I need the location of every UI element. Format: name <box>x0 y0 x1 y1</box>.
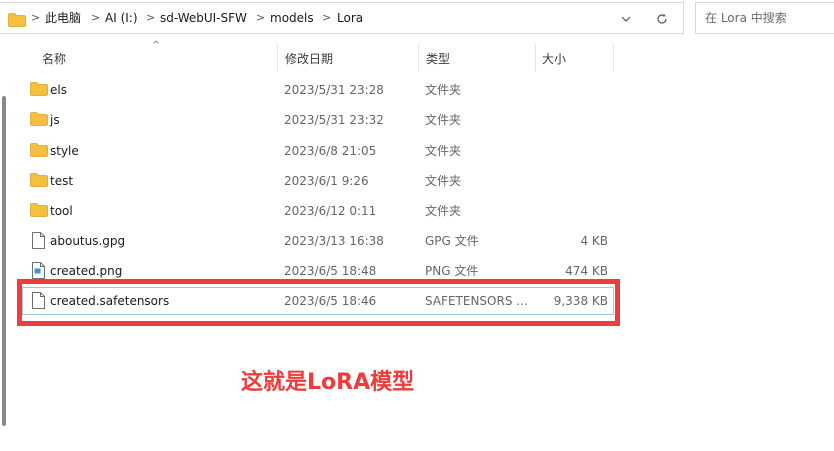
column-header-date[interactable]: 修改日期 <box>285 44 333 72</box>
chevron-down-icon <box>621 16 631 22</box>
breadcrumb-separator: > <box>91 11 101 24</box>
column-divider[interactable] <box>613 44 614 72</box>
file-date: 2023/3/13 16:38 <box>284 234 384 248</box>
refresh-icon <box>657 13 667 24</box>
column-divider[interactable] <box>418 44 419 72</box>
file-row-folder[interactable]: tool 2023/6/12 0:11 文件夹 <box>22 197 614 225</box>
file-date: 2023/6/1 9:26 <box>284 174 369 188</box>
column-header-type[interactable]: 类型 <box>426 44 450 72</box>
file-date: 2023/6/12 0:11 <box>284 204 377 218</box>
file-date: 2023/5/31 23:32 <box>284 113 384 127</box>
search-placeholder: 在 Lora 中搜索 <box>705 11 787 25</box>
file-type: 文件夹 <box>425 204 462 218</box>
file-name: aboutus.gpg <box>50 234 126 248</box>
breadcrumb-separator: > <box>146 11 156 24</box>
breadcrumb-separator: > <box>256 11 266 24</box>
folder-icon <box>30 112 48 126</box>
image-file-icon <box>32 262 45 279</box>
history-dropdown-button[interactable] <box>615 3 637 33</box>
file-name: style <box>50 144 79 158</box>
address-bar[interactable]: > 此电脑 > AI (I:) > sd-WebUI-SFW > models … <box>0 2 684 34</box>
file-date: 2023/6/8 21:05 <box>284 144 377 158</box>
breadcrumb-separator: > <box>322 11 332 24</box>
file-row-folder[interactable]: js 2023/5/31 23:32 文件夹 <box>22 106 614 134</box>
file-size: 4 KB <box>580 234 608 248</box>
column-divider[interactable] <box>535 44 536 72</box>
file-icon <box>32 232 45 249</box>
breadcrumb-drive[interactable]: AI (I:) <box>105 3 138 33</box>
file-type: 文件夹 <box>425 144 462 158</box>
file-row-folder[interactable]: els 2023/5/31 23:28 文件夹 <box>22 76 614 104</box>
scrollbar-thumb[interactable] <box>2 96 6 426</box>
file-type: 文件夹 <box>425 83 462 97</box>
breadcrumb-models[interactable]: models <box>270 3 314 33</box>
file-row-file[interactable]: aboutus.gpg 2023/3/13 16:38 GPG 文件 4 KB <box>22 227 614 255</box>
file-name: js <box>50 113 60 127</box>
column-divider[interactable] <box>277 44 278 72</box>
breadcrumb-this-pc[interactable]: 此电脑 <box>45 3 81 33</box>
navigation-pane-scrollbar[interactable] <box>0 36 7 451</box>
folder-icon <box>30 82 48 96</box>
file-name: tool <box>50 204 73 218</box>
file-date: 2023/5/31 23:28 <box>284 83 384 97</box>
breadcrumb-lora[interactable]: Lora <box>337 3 363 33</box>
folder-icon <box>30 143 48 157</box>
folder-icon <box>8 13 26 27</box>
refresh-button[interactable] <box>651 3 673 33</box>
column-header-name[interactable]: 名称 <box>42 44 66 72</box>
breadcrumb-sd-webui[interactable]: sd-WebUI-SFW <box>160 3 247 33</box>
folder-icon <box>30 203 48 217</box>
search-box[interactable]: 在 Lora 中搜索 <box>695 2 834 34</box>
file-name: test <box>50 174 74 188</box>
file-row-folder[interactable]: style 2023/6/8 21:05 文件夹 <box>22 137 614 165</box>
column-header-size[interactable]: 大小 <box>542 44 566 72</box>
file-type: GPG 文件 <box>425 234 479 248</box>
breadcrumb-separator: > <box>31 11 41 24</box>
folder-icon <box>30 173 48 187</box>
file-row-folder[interactable]: test 2023/6/1 9:26 文件夹 <box>22 167 614 195</box>
file-name: els <box>50 83 67 97</box>
sort-ascending-icon: ^ <box>152 40 161 51</box>
file-type: 文件夹 <box>425 113 462 127</box>
annotation-text: 这就是LoRA模型 <box>241 370 415 395</box>
file-type: 文件夹 <box>425 174 462 188</box>
highlight-box <box>17 279 620 326</box>
